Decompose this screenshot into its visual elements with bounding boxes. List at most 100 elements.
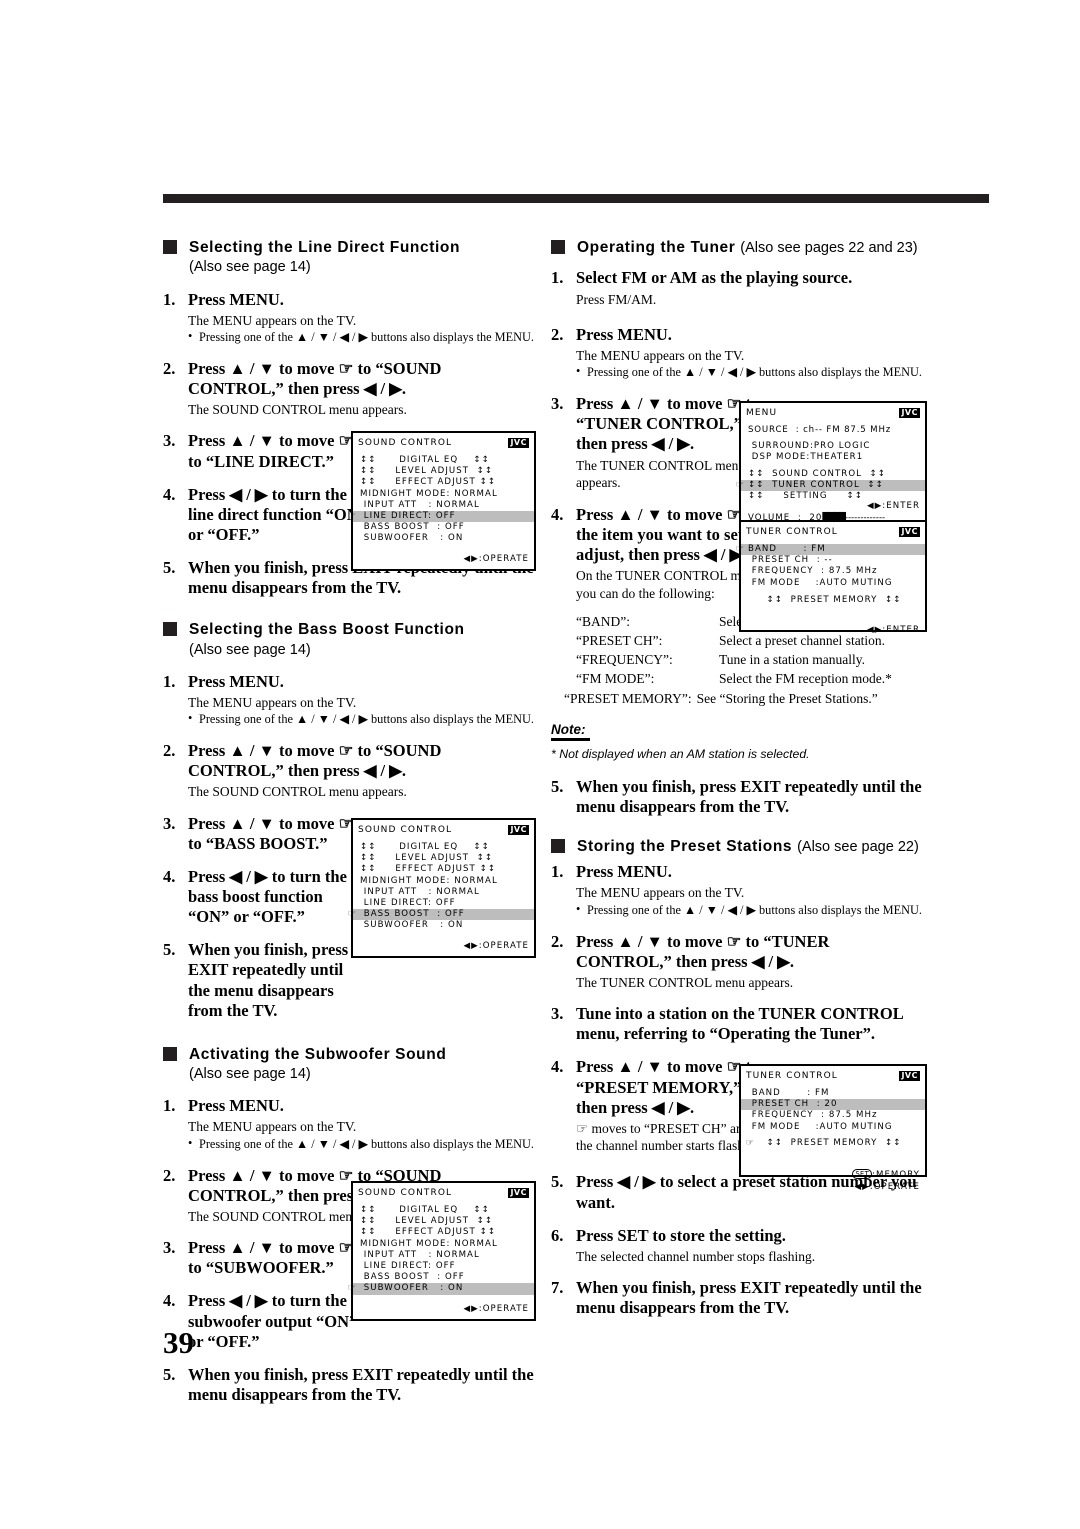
step-body: The SOUND CONTROL menu appears. <box>188 402 407 418</box>
osd-row-sound-control: ↕↕ SOUND CONTROL ↕↕ <box>748 468 887 479</box>
step: 1. Press MENU. The MENU appears on the T… <box>551 862 923 918</box>
step-body: The MENU appears on the TV. <box>576 347 745 363</box>
definition-row: “FM MODE”: Select the FM reception mode.… <box>576 669 923 688</box>
step-number: 2. <box>163 741 176 761</box>
section-also-see: (Also see page 14) <box>189 641 311 658</box>
step: 6. Press SET to store the setting. The s… <box>551 1226 923 1265</box>
bullet-square-icon <box>163 240 177 254</box>
step-title: Press MENU. <box>188 289 284 309</box>
section-heading: Selecting the Line Direct Function <box>163 238 535 257</box>
osd-row-source: SOURCE : ch-- FM 87.5 MHz <box>748 425 892 435</box>
step-number: 5. <box>163 940 176 960</box>
osd-title: TUNER CONTROL <box>746 527 838 537</box>
step-body: On the TUNER CONTROL menu, you can do th… <box>576 568 764 601</box>
jvc-logo: JVC <box>508 825 529 835</box>
section-also-see: (Also see page 14) <box>189 1066 311 1083</box>
osd-title-row: TUNER CONTROL JVC <box>746 526 920 538</box>
cursor-icon: ☞ <box>347 909 358 920</box>
step-number: 2. <box>163 1165 176 1185</box>
osd-title: TUNER CONTROL <box>746 1071 838 1081</box>
section-heading-text: Selecting the Line Direct Function <box>189 239 461 256</box>
step-number: 2. <box>163 358 176 378</box>
step-title: Press SET to store the setting. <box>576 1225 786 1245</box>
osd-row-text: ↕↕ TUNER CONTROL ↕↕ <box>748 479 884 490</box>
step-body: The MENU appears on the TV. <box>188 312 357 328</box>
step-title: Press ▲ / ▼ to move ☞ to “LINE DIRECT.” <box>188 431 354 471</box>
osd-title: SOUND CONTROL <box>358 438 453 448</box>
osd-row-frequency: FREQUENCY : 87.5 MHz <box>748 1110 878 1121</box>
osd-title-row: MENU JVC <box>746 407 920 419</box>
osd-row-midnight-mode: MIDNIGHT MODE: NORMAL <box>360 1238 498 1249</box>
step-title: Press ◀ / ▶ to turn the subwoofer output… <box>188 1291 358 1351</box>
osd-row-level-adjust: ↕↕ LEVEL ADJUST ↕↕ <box>360 466 494 477</box>
osd-footer-memory: SET:MEMORY <box>746 1169 920 1182</box>
step-number: 3. <box>163 1238 176 1258</box>
jvc-logo: JVC <box>508 438 529 448</box>
step-bullet: Pressing one of the ▲ / ▼ / ◀ / ▶ button… <box>188 329 535 346</box>
section-heading: Activating the Subwoofer Sound <box>163 1045 535 1064</box>
step-number: 4. <box>163 1291 176 1311</box>
osd-title: MENU <box>746 408 778 418</box>
step-bullet: Pressing one of the ▲ / ▼ / ◀ / ▶ button… <box>188 711 535 728</box>
step: 5. When you finish, press EXIT repeatedl… <box>163 940 368 1021</box>
osd-row-level-adjust: ↕↕ LEVEL ADJUST ↕↕ <box>360 1216 494 1227</box>
osd-row-line-direct: LINE DIRECT: OFF <box>360 1261 456 1272</box>
step: 4. Press ◀ / ▶ to turn the line direct f… <box>163 485 368 545</box>
definition-key: “FM MODE”: <box>576 671 655 687</box>
jvc-logo: JVC <box>508 1188 529 1198</box>
osd-row-input-att: INPUT ATT : NORMAL <box>360 886 480 897</box>
osd-row-digital-eq: ↕↕ DIGITAL EQ ↕↕ <box>360 1205 490 1215</box>
osd-row-setting: ↕↕ SETTING ↕↕ <box>748 491 864 502</box>
osd-footer-memory-label: :MEMORY <box>872 1170 920 1181</box>
page-number: 39 <box>163 1325 194 1360</box>
step-body: The TUNER CONTROL menu appears. <box>576 974 794 990</box>
cursor-icon: ☞ <box>745 1137 756 1148</box>
step-body: ☞ moves to “PRESET CH” and the channel n… <box>576 1120 765 1154</box>
step-number: 1. <box>163 1096 176 1116</box>
step: 3. Press ▲ / ▼ to move ☞ to “TUNER CONTR… <box>551 394 766 491</box>
osd-row-band: BAND : FM <box>748 1088 830 1098</box>
step-title: Press ▲ / ▼ to move ☞ to “TUNER CONTROL,… <box>576 931 830 971</box>
step-title: When you finish, press EXIT repeatedly u… <box>188 1364 534 1404</box>
osd-footer-operate: ◀▶:OPERATE <box>463 1303 529 1314</box>
section-heading-text: Storing the Preset Stations <box>577 837 793 855</box>
osd-row-digital-eq: ↕↕ DIGITAL EQ ↕↕ <box>360 842 490 852</box>
osd-row-line-direct: ☞ LINE DIRECT: OFF <box>348 511 534 523</box>
step-number: 3. <box>551 1004 564 1024</box>
osd-row-level-adjust: ↕↕ LEVEL ADJUST ↕↕ <box>360 853 494 864</box>
osd-row-fm-mode: FM MODE :AUTO MUTING <box>748 1121 893 1132</box>
step-title: Press ▲ / ▼ to move ☞ to the item you wa… <box>576 505 763 565</box>
step-number: 4. <box>163 866 176 886</box>
definition-key: “BAND”: <box>576 613 630 629</box>
step-body: The MENU appears on the TV. <box>188 1119 357 1135</box>
set-button-icon: SET <box>852 1169 873 1180</box>
osd-sound-control-bass-boost: SOUND CONTROL JVC ↕↕ DIGITAL EQ ↕↕ ↕↕ LE… <box>347 818 536 959</box>
step: 4. Press ▲ / ▼ to move ☞ to “PRESET MEMO… <box>551 1057 766 1154</box>
step-number: 3. <box>163 431 176 451</box>
definition-row: “FREQUENCY”: Tune in a station manually. <box>576 650 923 669</box>
step: 1. Press MENU. The MENU appears on the T… <box>163 290 535 346</box>
step-title: Press MENU. <box>576 862 672 882</box>
osd-row-input-att: INPUT ATT : NORMAL <box>360 499 480 510</box>
osd-row-digital-eq: ↕↕ DIGITAL EQ ↕↕ <box>360 455 490 465</box>
definition-key: “PRESET CH”: <box>576 633 663 649</box>
step-number: 4. <box>163 484 176 504</box>
osd-row-subwoofer: SUBWOOFER : ON <box>360 533 464 544</box>
step: 2. Press ▲ / ▼ to move ☞ to “SOUND CONTR… <box>163 359 535 419</box>
step: 2. Press ▲ / ▼ to move ☞ to “TUNER CONTR… <box>551 932 923 992</box>
definition-key: “PRESET MEMORY”: <box>564 690 692 706</box>
osd-row-tuner-control: ☞ ↕↕ TUNER CONTROL ↕↕ <box>736 479 925 492</box>
osd-footer-enter: ◀▶:ENTER <box>866 625 920 636</box>
osd-menu: MENU JVC SOURCE : ch-- FM 87.5 MHz SURRO… <box>736 401 927 530</box>
osd-row-surround: SURROUND:PRO LOGIC <box>748 441 871 452</box>
step: 3. Press ▲ / ▼ to move ☞ to “SUBWOOFER.” <box>163 1238 368 1278</box>
step: 1. Select FM or AM as the playing source… <box>551 268 923 307</box>
osd-row-preset-memory: ☞ ↕↕ PRESET MEMORY ↕↕ <box>746 1138 920 1149</box>
osd-title: SOUND CONTROL <box>358 1188 453 1198</box>
step: 1. Press MENU. The MENU appears on the T… <box>163 1096 535 1152</box>
bullet-square-icon <box>551 240 565 254</box>
section-heading: Selecting the Bass Boost Function <box>163 620 535 639</box>
osd-sound-control-line-direct: SOUND CONTROL JVC ↕↕ DIGITAL EQ ↕↕ ↕↕ LE… <box>348 431 536 572</box>
osd-row-bass-boost: BASS BOOST : OFF <box>360 1272 465 1283</box>
section-also-see: (Also see pages 22 and 23) <box>740 240 918 256</box>
